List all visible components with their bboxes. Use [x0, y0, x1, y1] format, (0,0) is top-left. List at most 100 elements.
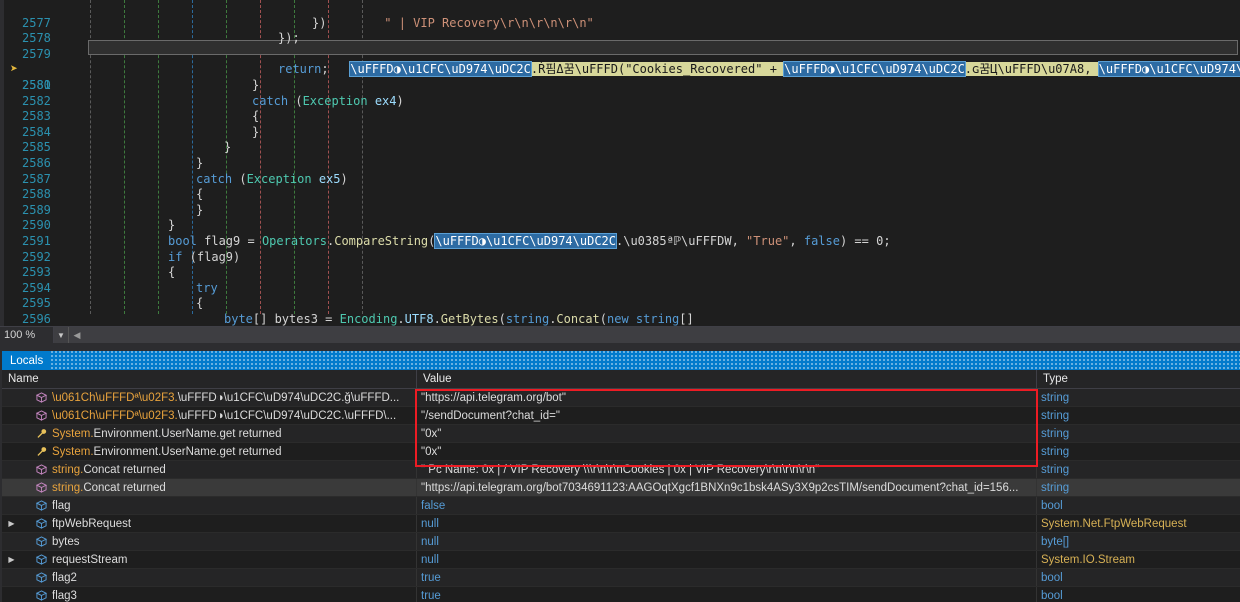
code-line-2588[interactable]: 2588 catch (Exception ex5)	[2, 171, 1240, 202]
locals-row-name-text: flag2	[52, 572, 77, 584]
locals-row-name-cell[interactable]: string.Concat returned	[2, 461, 417, 478]
locals-row-name-cell[interactable]: string.Concat returned	[2, 479, 417, 496]
code-line-2581[interactable]: 2581 return;	[2, 62, 1240, 92]
code-token-punct: (	[288, 93, 303, 108]
locals-row-type-cell[interactable]: string	[1037, 425, 1240, 442]
code-line-2586[interactable]: 2586 }	[2, 140, 1240, 170]
code-line-2579[interactable]: 2579 });	[2, 31, 1240, 61]
table-row[interactable]: flag2 true bool	[2, 569, 1240, 587]
locals-row-type-cell[interactable]: System.Net.FtpWebRequest	[1037, 515, 1240, 532]
table-row[interactable]: \u061Ch\uFFFDª\u02F3.\uFFFD◑\u1CFC\uD974…	[2, 407, 1240, 425]
code-line-2580[interactable]: ➤ 2580 \uFFFD◑\u1CFC\uD974\uDC2C.Ŕ핌Δ꿈\uF…	[2, 47, 1240, 92]
table-row[interactable]: ▶ ftpWebRequest null System.Net.FtpWebReque…	[2, 515, 1240, 533]
table-row[interactable]: ▶ requestStream null System.IO.Stream	[2, 551, 1240, 569]
code-line-2597[interactable]: 2597 byte[] bytes3 = Encoding.UTF8.GetBy…	[2, 312, 1240, 326]
locals-row-type-cell[interactable]: string	[1037, 443, 1240, 460]
code-line-2587[interactable]: 2587 }	[2, 156, 1240, 186]
code-token-brace: {	[196, 187, 204, 202]
object-icon	[34, 482, 49, 493]
horizontal-scrollbar-track[interactable]	[85, 327, 1240, 343]
locals-grid-header: Name Value Type	[2, 370, 1240, 389]
code-token-type: Exception	[246, 171, 312, 186]
code-line-2577[interactable]: 2577 " | VIP Recovery\r\n\r\n\r\n"	[2, 0, 1240, 30]
pane-splitter[interactable]	[0, 343, 1240, 351]
code-line-2578[interactable]: 2578 })	[2, 16, 1240, 46]
locals-row-type-cell[interactable]: System.IO.Stream	[1037, 551, 1240, 568]
locals-row-name-cell[interactable]: System.Environment.UserName.get returned	[2, 443, 417, 460]
locals-row-type-cell[interactable]: string	[1037, 479, 1240, 496]
locals-row-value-cell[interactable]: " Pc Name: 0x | / VIP Recovery \\\r\n\r\…	[417, 461, 1037, 478]
locals-grid[interactable]: Name Value Type \u061Ch\uFFFDª\u02F3.\uF…	[2, 370, 1240, 602]
code-token-keyword: if	[168, 249, 183, 264]
table-row[interactable]: string.Concat returned "https://api.teleg…	[2, 479, 1240, 497]
table-row[interactable]: string.Concat returned " Pc Name: 0x | / …	[2, 461, 1240, 479]
locals-row-value-cell[interactable]: null	[417, 533, 1037, 550]
locals-row-name-text: string.Concat returned	[52, 482, 166, 494]
locals-row-name-cell[interactable]: ▶ ftpWebRequest	[2, 515, 417, 532]
locals-row-value-cell[interactable]: true	[417, 587, 1037, 602]
locals-row-type-cell[interactable]: bool	[1037, 497, 1240, 514]
code-line-2596[interactable]: 2596 {	[2, 296, 1240, 326]
table-row[interactable]: bytes null byte[]	[2, 533, 1240, 551]
column-header-name[interactable]: Name	[2, 370, 417, 388]
code-editor-pane[interactable]: 2577 " | VIP Recovery\r\n\r\n\r\n" 2578 …	[0, 0, 1240, 326]
locals-row-value-cell[interactable]: "https://api.telegram.org/bot7034691123:…	[417, 479, 1037, 496]
table-row[interactable]: flag false bool	[2, 497, 1240, 515]
table-row[interactable]: System.Environment.UserName.get returned…	[2, 443, 1240, 461]
locals-row-name-cell[interactable]: \u061Ch\uFFFDª\u02F3.\uFFFD◑\u1CFC\uD974…	[2, 407, 417, 424]
locals-row-type-cell[interactable]: string	[1037, 407, 1240, 424]
zoom-level-label: 100 %	[4, 329, 36, 341]
column-header-type[interactable]: Type	[1037, 370, 1240, 388]
code-line-2584[interactable]: 2584 {	[2, 109, 1240, 139]
code-line-2585[interactable]: 2585 }	[2, 125, 1240, 155]
locals-row-type-cell[interactable]: string	[1037, 389, 1240, 406]
code-line-2593[interactable]: 2593 if (flag9)	[2, 249, 1240, 280]
locals-row-value-cell[interactable]: true	[417, 569, 1037, 586]
expand-chevron-icon[interactable]: ▶	[6, 519, 17, 528]
locals-row-name-cell[interactable]: flag2	[2, 569, 417, 586]
code-line-2589[interactable]: 2589 {	[2, 187, 1240, 217]
locals-row-value-cell[interactable]: "https://api.telegram.org/bot"	[417, 389, 1037, 406]
locals-row-name-text: \u061Ch\uFFFDª\u02F3.\uFFFD◑\u1CFC\uD974…	[52, 410, 396, 422]
chevron-down-icon[interactable]: ▼	[54, 327, 69, 343]
locals-row-name-cell[interactable]: \u061Ch\uFFFDª\u02F3.\uFFFD◑\u1CFC\uD974…	[2, 389, 417, 406]
locals-row-name-cell[interactable]: flag3	[2, 587, 417, 602]
column-header-value[interactable]: Value	[417, 370, 1037, 388]
locals-row-name-cell[interactable]: bytes	[2, 533, 417, 550]
locals-row-value-text: null	[421, 517, 439, 530]
code-line-2595[interactable]: 2595 try	[2, 281, 1240, 311]
locals-row-name-cell[interactable]: System.Environment.UserName.get returned	[2, 425, 417, 442]
locals-row-value-cell[interactable]: false	[417, 497, 1037, 514]
locals-row-type-cell[interactable]: bool	[1037, 569, 1240, 586]
locals-row-name-cell[interactable]: ▶ requestStream	[2, 551, 417, 568]
locals-panel-titlebar[interactable]: Locals	[2, 351, 1240, 370]
table-row[interactable]: \u061Ch\uFFFDª\u02F3.\uFFFD◑\u1CFC\uD974…	[2, 389, 1240, 407]
locals-row-value-cell[interactable]: null	[417, 551, 1037, 568]
locals-row-value-cell[interactable]: "0x"	[417, 443, 1037, 460]
code-token-identifier: flag9	[196, 234, 241, 248]
code-token-punct: (flag9)	[182, 249, 241, 264]
scroll-left-arrow-icon[interactable]: ◀	[69, 327, 85, 343]
locals-row-type-cell[interactable]: bool	[1037, 587, 1240, 602]
expand-chevron-icon[interactable]: ▶	[6, 555, 17, 564]
code-line-2591[interactable]: 2591 }	[2, 218, 1240, 248]
code-line-2592[interactable]: 2592 bool flag9 = Operators.CompareStrin…	[2, 233, 1240, 264]
code-token-brace: }	[196, 156, 204, 170]
code-line-2582[interactable]: 2582 }	[2, 78, 1240, 108]
code-line-2590[interactable]: 2590 }	[2, 203, 1240, 233]
code-line-2594[interactable]: 2594 {	[2, 265, 1240, 295]
locals-row-name-cell[interactable]: flag	[2, 497, 417, 514]
code-line-2583[interactable]: 2583 catch (Exception ex4)	[2, 93, 1240, 124]
code-token-operator: =	[317, 312, 340, 326]
locals-row-type-cell[interactable]: string	[1037, 461, 1240, 478]
table-row[interactable]: flag3 true bool	[2, 587, 1240, 602]
locals-row-value-cell[interactable]: "0x"	[417, 425, 1037, 442]
locals-row-type-cell[interactable]: byte[]	[1037, 533, 1240, 550]
table-row[interactable]: System.Environment.UserName.get returned…	[2, 425, 1240, 443]
editor-zoom-scrollbar[interactable]: 100 % ▼ ◀	[0, 326, 1240, 343]
locals-row-value-cell[interactable]: "/sendDocument?chat_id="	[417, 407, 1037, 424]
code-token-brace: {	[196, 296, 204, 311]
editor-scroll-area[interactable]: 2577 " | VIP Recovery\r\n\r\n\r\n" 2578 …	[2, 0, 1240, 326]
zoom-level-combo[interactable]: 100 %	[0, 327, 54, 343]
locals-row-value-cell[interactable]: null	[417, 515, 1037, 532]
